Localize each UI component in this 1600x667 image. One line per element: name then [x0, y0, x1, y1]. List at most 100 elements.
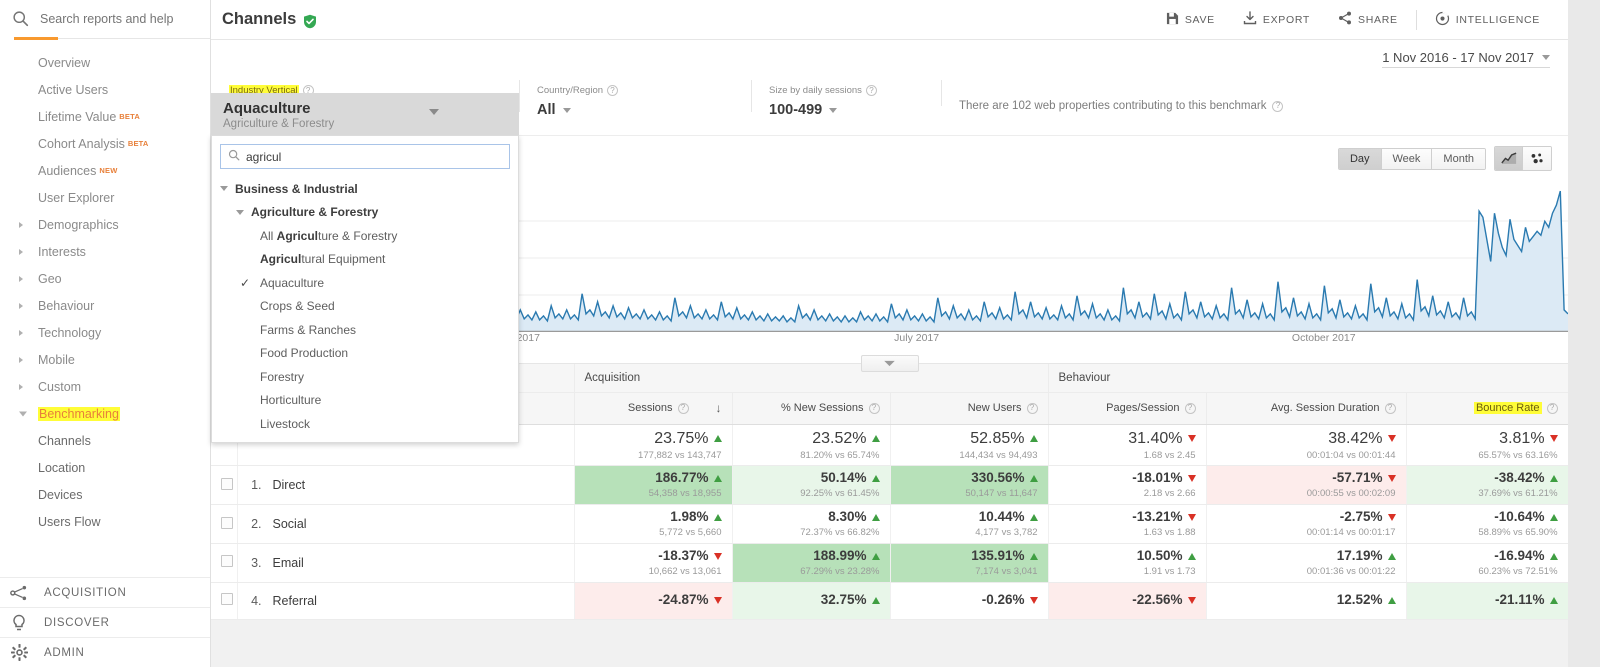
sidebar-item-mobile[interactable]: Mobile	[0, 346, 210, 373]
row-checkbox[interactable]	[221, 477, 233, 490]
sidebar-item-custom[interactable]: Custom	[0, 373, 210, 400]
chevron-down-icon[interactable]	[236, 209, 244, 215]
column-header-sessions[interactable]: Sessions ? ↓	[574, 392, 733, 425]
sidebar-footer-acquisition[interactable]: ACQUISITION	[0, 577, 210, 607]
row-channel-cell[interactable]: 3. Email	[237, 543, 575, 583]
column-header-new-users[interactable]: New Users ?	[890, 392, 1049, 425]
chevron-right-icon[interactable]	[19, 383, 23, 390]
sidebar-footer-admin[interactable]: ADMIN	[0, 637, 210, 667]
sidebar-item-devices[interactable]: Devices	[0, 481, 210, 508]
column-header-bounce-rate[interactable]: Bounce Rate ?	[1406, 392, 1569, 425]
chevron-right-icon[interactable]	[19, 329, 23, 336]
row-channel-cell[interactable]: 1. Direct	[237, 465, 575, 506]
granularity-day[interactable]: Day	[1338, 148, 1382, 169]
row-checkbox-cell[interactable]	[211, 543, 238, 583]
dropdown-option-farms-ranches[interactable]: Farms & Ranches	[212, 318, 518, 342]
column-header-avg-session-duration[interactable]: Avg. Session Duration ?	[1206, 392, 1407, 425]
dropdown-option-horticulture[interactable]: Horticulture	[212, 389, 518, 413]
x-axis-tick-label: July 2017	[894, 332, 940, 344]
chevron-down-icon[interactable]	[220, 186, 228, 192]
chevron-down-icon[interactable]	[19, 411, 27, 416]
help-icon[interactable]: ?	[1184, 402, 1196, 414]
sidebar-item-user-explorer[interactable]: User Explorer	[0, 184, 210, 211]
dropdown-option-agriculture-forestry[interactable]: Agriculture & Forestry	[212, 201, 518, 225]
date-range-picker[interactable]: 1 Nov 2016 - 17 Nov 2017	[1382, 50, 1550, 68]
help-icon[interactable]: ?	[607, 85, 619, 96]
dropdown-option-forestry[interactable]: Forestry	[212, 365, 518, 389]
help-icon[interactable]: ?	[1546, 402, 1558, 414]
table-row[interactable]: 3. Email -18.37% 10,662 vs 13,061 188.99% 67.…	[211, 543, 1569, 583]
help-icon[interactable]: ?	[1384, 402, 1396, 414]
channel-name[interactable]: Direct	[273, 478, 306, 492]
chevron-right-icon[interactable]	[19, 221, 23, 228]
dropdown-search-box[interactable]	[220, 144, 510, 169]
table-cell-metric: -10.64% 58.89% vs 65.90%	[1406, 504, 1569, 544]
chevron-right-icon[interactable]	[19, 248, 23, 255]
sidebar-footer-discover[interactable]: DISCOVER	[0, 607, 210, 637]
dropdown-option-food-production[interactable]: Food Production	[212, 342, 518, 366]
chevron-right-icon[interactable]	[19, 356, 23, 363]
table-row[interactable]: 4. Referral -24.87% 32.75% -0.26% -22.56% 12.5…	[211, 582, 1569, 620]
granularity-week[interactable]: Week	[1381, 148, 1433, 169]
chevron-right-icon[interactable]	[19, 302, 23, 309]
help-icon[interactable]: ?	[1272, 100, 1284, 112]
sidebar-item-behaviour[interactable]: Behaviour	[0, 292, 210, 319]
dropdown-option-all-agriculture-forestry[interactable]: All Agriculture & Forestry	[212, 224, 518, 248]
export-button[interactable]: EXPORT	[1229, 11, 1324, 28]
dropdown-option-agricultural-equipment[interactable]: Agricultural Equipment	[212, 248, 518, 272]
granularity-month[interactable]: Month	[1432, 148, 1485, 169]
row-channel-cell[interactable]: 4. Referral	[237, 582, 575, 620]
sidebar-item-interests[interactable]: Interests	[0, 238, 210, 265]
dropdown-option-livestock[interactable]: Livestock	[212, 412, 518, 436]
row-checkbox-cell[interactable]	[211, 465, 238, 506]
sidebar-item-benchmarking[interactable]: Benchmarking	[0, 400, 210, 427]
size-value-row[interactable]: 100-499	[769, 102, 941, 118]
help-icon[interactable]: ?	[868, 402, 880, 414]
row-checkbox[interactable]	[221, 555, 233, 568]
dropdown-search-input[interactable]	[246, 149, 502, 164]
save-button[interactable]: SAVE	[1152, 12, 1229, 28]
sidebar-search-row[interactable]	[0, 0, 210, 37]
intelligence-button[interactable]: INTELLIGENCE	[1421, 11, 1554, 29]
sidebar-item-technology[interactable]: Technology	[0, 319, 210, 346]
column-header-pages-session[interactable]: Pages/Session ?	[1048, 392, 1207, 425]
line-chart-icon[interactable]	[1495, 147, 1523, 170]
sidebar-item-cohort-analysis[interactable]: Cohort Analysis BETA	[0, 130, 210, 157]
sidebar-item-audiences[interactable]: Audiences NEW	[0, 157, 210, 184]
help-icon[interactable]: ?	[1026, 402, 1038, 414]
channel-name[interactable]: Social	[273, 517, 307, 531]
table-row[interactable]: 2. Social 1.98% 5,772 vs 5,660 8.30% 72.37% v…	[211, 504, 1569, 544]
sidebar-item-users-flow[interactable]: Users Flow	[0, 508, 210, 535]
row-checkbox[interactable]	[221, 516, 233, 529]
sidebar-item-location[interactable]: Location	[0, 454, 210, 481]
chart-expander-button[interactable]	[860, 355, 919, 372]
sidebar-item-demographics[interactable]: Demographics	[0, 211, 210, 238]
sidebar-item-lifetime-value[interactable]: Lifetime Value BETA	[0, 103, 210, 130]
channel-name[interactable]: Referral	[273, 594, 317, 608]
sort-desc-icon[interactable]: ↓	[716, 401, 722, 415]
chevron-right-icon[interactable]	[19, 275, 23, 282]
share-button[interactable]: SHARE	[1324, 11, 1412, 28]
help-icon[interactable]: ?	[865, 85, 877, 96]
row-checkbox-cell[interactable]	[211, 582, 238, 620]
dropdown-option-aquaculture[interactable]: ✓ Aquaculture	[212, 271, 518, 295]
sidebar-item-channels[interactable]: Channels	[0, 427, 210, 454]
channel-name[interactable]: Email	[273, 556, 304, 570]
sidebar-item-active-users[interactable]: Active Users	[0, 76, 210, 103]
row-checkbox-cell[interactable]	[211, 504, 238, 544]
country-region-filter[interactable]: Country/Region ? All	[519, 78, 751, 118]
search-input[interactable]	[34, 11, 194, 26]
dropdown-option-business-industrial[interactable]: Business & Industrial	[212, 177, 518, 201]
table-row[interactable]: 1. Direct 186.77% 54,358 vs 18,955 50.14% 92.…	[211, 465, 1569, 506]
column-header-new-sessions-pct[interactable]: % New Sessions ?	[732, 392, 891, 425]
sidebar-item-geo[interactable]: Geo	[0, 265, 210, 292]
country-region-value-row[interactable]: All	[537, 102, 751, 118]
dropdown-option-crops-seed[interactable]: Crops & Seed	[212, 295, 518, 319]
row-channel-cell[interactable]: 2. Social	[237, 504, 575, 544]
scatter-plot-icon[interactable]	[1523, 147, 1551, 170]
size-filter[interactable]: Size by daily sessions ? 100-499	[751, 78, 941, 118]
help-icon[interactable]: ?	[677, 402, 689, 414]
industry-vertical-selected[interactable]: Aquaculture Agriculture & Forestry	[211, 93, 519, 135]
row-checkbox[interactable]	[221, 593, 233, 606]
sidebar-item-overview[interactable]: Overview	[0, 49, 210, 76]
